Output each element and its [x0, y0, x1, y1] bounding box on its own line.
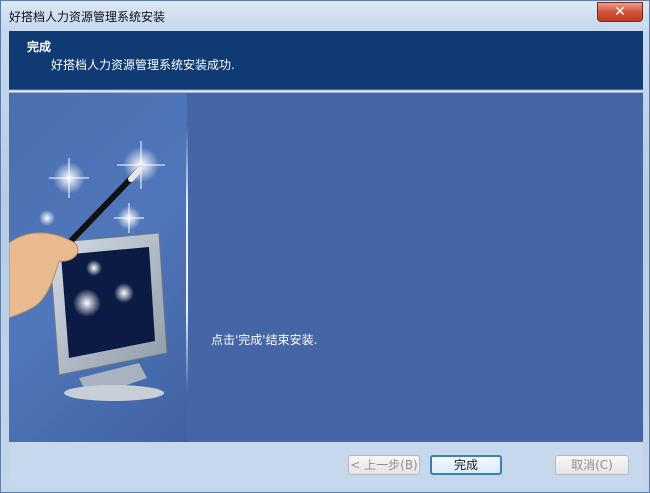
close-button[interactable]: ✕ [597, 2, 643, 22]
window-title: 好搭档人力资源管理系统安装 [9, 10, 166, 24]
button-bar: < 上一步(B) 完成 取消(C) [9, 442, 643, 486]
title-bar[interactable]: 好搭档人力资源管理系统安装 ✕ [1, 1, 649, 30]
header-subtitle: 好搭档人力资源管理系统安装成功. [51, 58, 235, 72]
panel-separator [186, 123, 188, 393]
magic-wand-computer-illustration [8, 141, 168, 401]
close-icon: ✕ [614, 4, 626, 20]
cancel-button[interactable]: 取消(C) [555, 455, 629, 475]
back-button[interactable]: < 上一步(B) [348, 455, 420, 475]
installer-window: 好搭档人力资源管理系统安装 ✕ 完成 好搭档人力资源管理系统安装成功. 点击'完… [0, 0, 650, 493]
finish-button[interactable]: 完成 [430, 455, 502, 475]
wizard-header: 完成 好搭档人力资源管理系统安装成功. [9, 31, 643, 89]
header-title: 完成 [27, 40, 52, 54]
wizard-content: 点击'完成'结束安装. [8, 93, 643, 442]
wizard-illustration [8, 93, 187, 442]
finish-message: 点击'完成'结束安装. [211, 333, 318, 347]
